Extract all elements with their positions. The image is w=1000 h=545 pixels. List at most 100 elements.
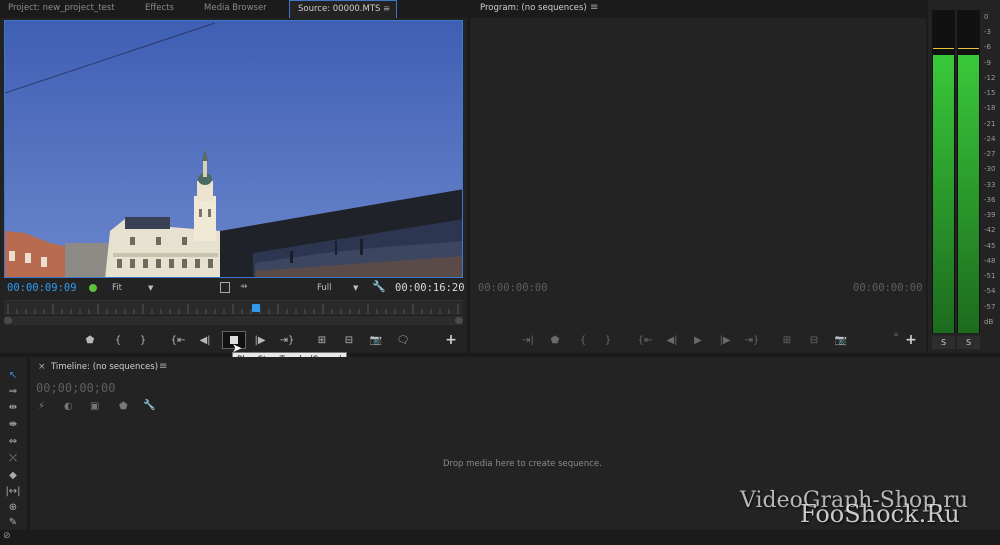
link-icon[interactable]: ⊘: [3, 531, 11, 541]
add-marker-icon[interactable]: ⬟: [545, 332, 565, 348]
zoom-value: Fit: [112, 283, 122, 293]
overwrite-icon[interactable]: ⊟: [339, 332, 359, 348]
nest-icon[interactable]: ▣: [90, 401, 99, 412]
meter-scale-label: -36: [984, 195, 996, 204]
meter-left-peak: [933, 48, 954, 49]
meter-scale-label: -48: [984, 256, 996, 265]
step-back-icon[interactable]: ◀|: [195, 332, 215, 348]
add-button-icon[interactable]: +: [441, 332, 461, 348]
go-to-out-icon[interactable]: ⇥}: [742, 332, 762, 348]
tools-panel: ↖ ⇒ ⇹ ⇼ ⇔ ⤫ ◆ |↔| ⊕ ✎: [0, 357, 27, 530]
camera-icon[interactable]: 📷: [366, 332, 386, 348]
camera-icon[interactable]: 📷: [831, 332, 851, 348]
chevron-down-icon: ▼: [148, 284, 154, 292]
add-button-icon[interactable]: +: [901, 332, 921, 348]
add-marker-icon[interactable]: ⬟: [80, 332, 100, 348]
pen-tool-icon[interactable]: ✎: [4, 516, 22, 530]
menu-icon[interactable]: ≡: [159, 361, 167, 372]
program-header: Program: (no sequences) ≡: [470, 0, 926, 18]
meter-right-level: [958, 55, 979, 333]
timeline-timecode[interactable]: 00;00;00;00: [36, 381, 115, 395]
menu-icon[interactable]: ≡: [590, 2, 598, 13]
linked-selection-icon[interactable]: ◐: [64, 401, 73, 412]
program-monitor-panel: Program: (no sequences) ≡ 00:00:00:00 00…: [470, 0, 926, 353]
slip-tool-icon[interactable]: |↔|: [4, 485, 22, 499]
source-video-frame: [4, 20, 463, 278]
razor-blade-icon[interactable]: ◆: [4, 469, 22, 483]
mark-out-icon[interactable]: }: [598, 332, 618, 348]
meter-scale-label: -42: [984, 226, 996, 235]
program-title: Program: (no sequences): [480, 3, 587, 13]
resolution-dropdown[interactable]: Full ▼: [313, 281, 363, 295]
tab-source[interactable]: Source: 00000.MTS ≡: [289, 0, 397, 18]
tab-project[interactable]: Project: new_project_test: [0, 0, 137, 18]
step-forward-icon[interactable]: |▶: [715, 332, 735, 348]
scrollbar-left-handle[interactable]: [4, 317, 12, 324]
selection-tool-icon[interactable]: ↖: [4, 369, 22, 383]
meter-scale-label: -18: [984, 104, 996, 113]
razor-tool-icon[interactable]: ⤫: [4, 452, 22, 466]
meter-scale-label: -57: [984, 302, 996, 311]
status-dot-icon: [89, 284, 97, 292]
tab-effects[interactable]: Effects: [137, 0, 187, 18]
program-duration-timecode: 00:00:00:00: [853, 282, 923, 294]
insert-icon[interactable]: ⊞: [312, 332, 332, 348]
meter-scale-label: -12: [984, 73, 996, 82]
play-icon[interactable]: ▶: [688, 332, 708, 348]
chevron-down-icon: ▼: [353, 284, 359, 292]
playhead-handle[interactable]: [252, 304, 260, 312]
meter-scale-label: -6: [984, 43, 991, 52]
slide-tool-icon[interactable]: ⊕: [4, 501, 22, 515]
meter-right-peak: [958, 48, 979, 49]
mark-in-icon[interactable]: {: [108, 332, 128, 348]
menu-icon[interactable]: ≡: [383, 1, 390, 18]
mark-in-icon[interactable]: {: [573, 332, 593, 348]
meter-scale-label: -30: [984, 165, 996, 174]
go-to-in-icon[interactable]: {⇤: [168, 332, 188, 348]
meter-db-scale: 0 -3 -6 -9 -12 -15 -18 -21 -24 -27 -30 -33 -36 -39 -42…: [982, 13, 1000, 333]
snap-icon[interactable]: ⚡: [38, 401, 45, 412]
meter-scale-label: -27: [984, 150, 996, 159]
tab-source-label: Source: 00000.MTS: [298, 4, 381, 14]
source-tabbar: Project: new_project_test Effects Media …: [0, 0, 467, 18]
solo-right-button[interactable]: S: [957, 336, 980, 349]
lift-icon[interactable]: ⊞: [777, 332, 797, 348]
ripple-edit-tool-icon[interactable]: ⇹: [4, 401, 22, 415]
scrollbar-right-handle[interactable]: [455, 317, 463, 324]
step-forward-icon[interactable]: |▶: [250, 332, 270, 348]
extract-icon[interactable]: ⊟: [804, 332, 824, 348]
export-frame-icon[interactable]: [220, 282, 230, 293]
tab-media-browser[interactable]: Media Browser: [196, 0, 286, 18]
drag-video-icon[interactable]: ⇸: [240, 282, 248, 292]
comment-icon[interactable]: 🗨: [393, 332, 413, 348]
meter-scale-label: -3: [984, 28, 991, 37]
solo-left-button[interactable]: S: [932, 336, 955, 349]
timeline-title: Timeline: (no sequences): [51, 362, 159, 372]
zoom-dropdown[interactable]: Fit ▼: [108, 281, 158, 295]
rate-stretch-tool-icon[interactable]: ⇔: [4, 435, 22, 449]
close-icon[interactable]: ×: [38, 362, 46, 372]
zoom-scrollbar[interactable]: [4, 316, 463, 325]
rolling-edit-tool-icon[interactable]: ⇼: [4, 418, 22, 432]
go-to-in-icon[interactable]: {⇤: [635, 332, 655, 348]
track-select-tool-icon[interactable]: ⇒: [4, 385, 22, 399]
meter-scale-label: -51: [984, 272, 996, 281]
program-current-timecode[interactable]: 00:00:00:00: [478, 282, 548, 294]
meter-scale-label: -45: [984, 241, 996, 250]
mark-in-icon[interactable]: ⇥|: [518, 332, 538, 348]
source-duration-timecode: 00:00:16:20: [395, 282, 465, 294]
wrench-settings-icon[interactable]: 🔧: [372, 280, 386, 293]
step-back-icon[interactable]: ◀|: [662, 332, 682, 348]
meter-channel-left: [932, 10, 955, 333]
marker-icon[interactable]: ⬟: [119, 401, 128, 412]
source-time-ruler[interactable]: [4, 300, 463, 314]
video-scene: [5, 21, 462, 277]
meter-scale-label: -24: [984, 134, 996, 143]
go-to-out-icon[interactable]: ⇥}: [277, 332, 297, 348]
meter-scale-label: -15: [984, 89, 996, 98]
wrench-settings-icon[interactable]: 🔧: [143, 400, 155, 411]
mark-out-icon[interactable]: }: [133, 332, 153, 348]
source-monitor-panel: Project: new_project_test Effects Media …: [0, 0, 467, 353]
drop-media-message: Drop media here to create sequence.: [443, 459, 602, 469]
source-current-timecode[interactable]: 00:00:09:09: [7, 282, 77, 294]
